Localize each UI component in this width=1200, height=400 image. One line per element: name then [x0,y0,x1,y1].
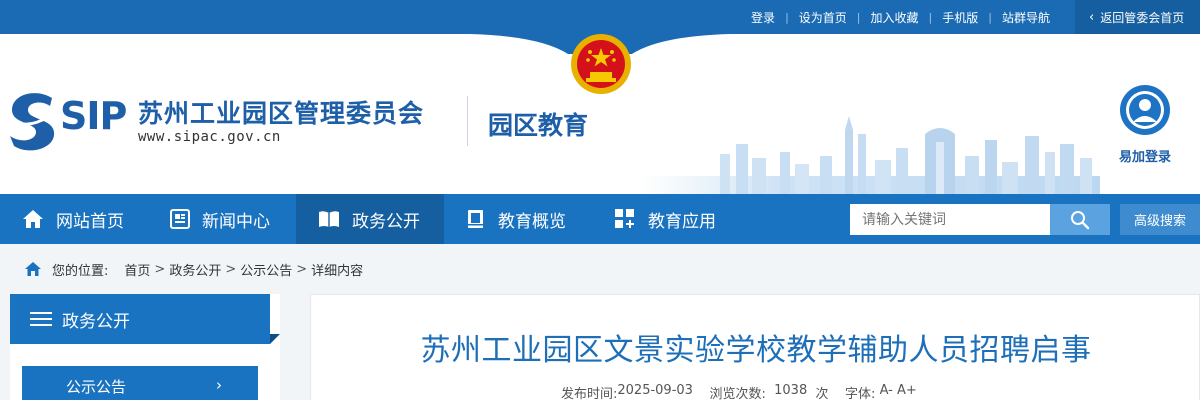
breadcrumb-home[interactable]: 首页 [124,260,150,279]
login-link[interactable]: 登录 [741,9,785,26]
top-bar: 登录 | 设为首页 | 加入收藏 | 手机版 | 站群导航 ‹ 返回管委会首页 [0,0,1200,34]
menu-icon [30,312,52,326]
chevron-left-icon: ‹ [1089,9,1095,25]
yijia-login[interactable]: 易加登录 [1105,84,1185,165]
main-nav: 网站首页 新闻中心 政务公开 教育概览 教育应用 请输入关键词 高级搜索 [0,194,1200,244]
nav-item-education-overview[interactable]: 教育概览 [444,194,588,244]
add-favorite-link[interactable]: 加入收藏 [861,9,929,26]
org-url: www.sipac.gov.cn [138,129,281,145]
breadcrumb: 您的位置: 首页 > 政务公开 > 公示公告 > 详细内容 [24,258,363,280]
article-title: 苏州工业园区文景实验学校教学辅助人员招聘启事 [420,333,1092,368]
font-larger-button[interactable]: A+ [897,383,917,400]
nav-item-news[interactable]: 新闻中心 [148,194,292,244]
header-divider [467,96,468,146]
book-icon [319,211,339,227]
news-icon [170,209,190,229]
nav-item-education-apps[interactable]: 教育应用 [592,194,738,244]
back-home-label: 返回管委会首页 [1100,10,1185,25]
breadcrumb-separator: > [225,261,237,277]
views-unit: 次 [815,387,829,400]
site-subtitle: 园区教育 [488,111,589,140]
national-emblem-icon [571,34,631,94]
search-button[interactable] [1050,204,1110,235]
breadcrumb-current: 详细内容 [311,263,364,279]
publish-label: 发布时间: [561,387,618,400]
user-login-icon [1120,85,1170,135]
advanced-search-button[interactable]: 高级搜索 [1120,204,1200,235]
sidebar-header-fold [270,334,280,344]
nav-label: 新闻中心 [202,211,270,232]
breadcrumb-announcements[interactable]: 公示公告 [240,260,292,279]
breadcrumb-separator: > [154,261,166,277]
views-count: 1038 [774,383,808,398]
breadcrumb-label: 您的位置: [52,263,109,279]
site-header: SIP 苏州工业园区管理委员会 www.sipac.gov.cn 园区教育 易加… [0,34,1200,194]
home-icon [25,262,41,276]
article-meta: 发布时间: 2025-09-03 浏览次数: 1038 次 字体: A- A+ [561,383,917,400]
nav-item-government-affairs[interactable]: 政务公开 [296,194,444,244]
set-homepage-link[interactable]: 设为首页 [789,9,857,26]
breadcrumb-separator: > [296,261,308,277]
login-label: 易加登录 [1118,150,1171,165]
sidebar-header: 政务公开 [10,294,270,344]
nav-label: 网站首页 [56,211,124,232]
nav-item-home[interactable]: 网站首页 [0,194,146,244]
publish-date: 2025-09-03 [617,383,693,398]
apps-icon [615,209,634,228]
site-group-nav-link[interactable]: 站群导航 [992,9,1060,26]
sidebar-item-announcements[interactable]: 公示公告 › [22,366,258,400]
sidebar: 政务公开 公示公告 › [10,294,280,400]
sip-logo-icon [8,93,55,151]
mobile-version-link[interactable]: 手机版 [932,9,988,26]
chevron-right-icon: › [216,376,222,394]
views-label: 浏览次数: [709,387,766,400]
article-panel: 苏州工业园区文景实验学校教学辅助人员招聘启事 发布时间: 2025-09-03 … [310,294,1200,400]
search-input[interactable] [850,204,1050,235]
back-home-link[interactable]: ‹ 返回管委会首页 [1075,0,1200,34]
font-size-label: 字体: [845,387,876,400]
nav-label: 教育概览 [498,211,566,232]
home-icon [23,210,43,228]
org-name: 苏州工业园区管理委员会 [138,99,425,128]
sidebar-title: 政务公开 [62,311,130,332]
notebook-icon [468,210,483,228]
nav-label: 教育应用 [648,211,716,232]
font-smaller-button[interactable]: A- [880,383,893,400]
sidebar-item-label: 公示公告 [66,377,127,396]
city-skyline-decoration [640,116,1100,194]
logo-text: SIP [60,94,127,138]
top-links: 登录 | 设为首页 | 加入收藏 | 手机版 | 站群导航 [741,0,1060,34]
search-icon [1071,210,1090,229]
nav-label: 政务公开 [352,211,420,232]
breadcrumb-government-affairs[interactable]: 政务公开 [169,260,221,279]
